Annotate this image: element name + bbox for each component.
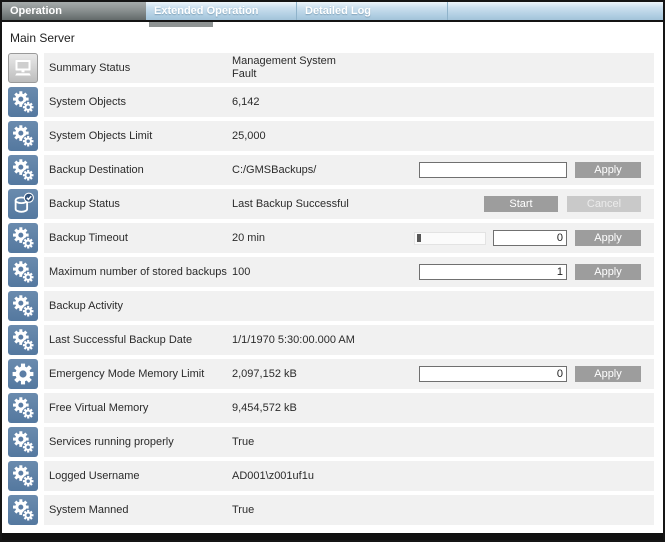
row-strip: Maximum number of stored backups 100 App… bbox=[44, 257, 654, 287]
row-strip: Emergency Mode Memory Limit 2,097,152 kB… bbox=[44, 359, 654, 389]
property-label: Summary Status bbox=[49, 62, 232, 74]
row-strip: Backup Timeout 20 min Apply bbox=[44, 223, 654, 253]
apply-button[interactable]: Apply bbox=[575, 230, 641, 246]
row-strip: Backup Status Last Backup Successful Sta… bbox=[44, 189, 654, 219]
value-input[interactable] bbox=[419, 162, 567, 178]
cancel-button[interactable]: Cancel bbox=[567, 196, 641, 212]
property-row: Free Virtual Memory 9,454,572 kB bbox=[2, 393, 663, 427]
property-value: Management System Fault bbox=[232, 55, 362, 81]
property-label: System Objects Limit bbox=[49, 130, 232, 142]
apply-button[interactable]: Apply bbox=[575, 366, 641, 382]
gears-icon bbox=[8, 223, 38, 253]
property-label: System Objects bbox=[49, 96, 232, 108]
value-input[interactable] bbox=[419, 366, 567, 382]
bottom-bar bbox=[2, 533, 663, 540]
row-controls: Apply bbox=[419, 366, 654, 382]
gears-icon bbox=[8, 393, 38, 423]
property-label: Logged Username bbox=[49, 470, 232, 482]
property-label: Backup Status bbox=[49, 198, 232, 210]
tab-extended-operation[interactable]: Extended Operation bbox=[146, 2, 297, 20]
property-row: Logged Username AD001\z001uf1u bbox=[2, 461, 663, 495]
apply-button[interactable]: Apply bbox=[575, 264, 641, 280]
property-row: Emergency Mode Memory Limit 2,097,152 kB… bbox=[2, 359, 663, 393]
property-row: System Objects Limit 25,000 bbox=[2, 121, 663, 155]
property-value: 1/1/1970 5:30:00.000 AM bbox=[232, 334, 362, 347]
property-label: Last Successful Backup Date bbox=[49, 334, 232, 346]
computer-icon bbox=[8, 53, 38, 83]
property-value: True bbox=[232, 504, 362, 517]
management-console-window: Operation Extended Operation Detailed Lo… bbox=[0, 0, 665, 542]
gears-icon bbox=[8, 495, 38, 525]
row-strip: Summary Status Management System Fault bbox=[44, 53, 654, 83]
database-check-icon bbox=[8, 189, 38, 219]
row-strip: Last Successful Backup Date 1/1/1970 5:3… bbox=[44, 325, 654, 355]
row-strip: Backup Activity bbox=[44, 291, 654, 321]
tab-detailed-log[interactable]: Detailed Log bbox=[297, 2, 448, 20]
row-strip: System Objects 6,142 bbox=[44, 87, 654, 117]
property-value: 25,000 bbox=[232, 130, 362, 143]
value-input[interactable] bbox=[493, 230, 567, 246]
server-name-label: Main Server bbox=[2, 22, 663, 53]
gears-icon bbox=[8, 87, 38, 117]
property-row: Summary Status Management System Fault bbox=[2, 53, 663, 87]
property-list: Summary Status Management System Fault bbox=[2, 53, 663, 529]
property-label: Free Virtual Memory bbox=[49, 402, 232, 414]
property-row: Backup Destination C:/GMSBackups/ Apply bbox=[2, 155, 663, 189]
property-value: Last Backup Successful bbox=[232, 198, 362, 211]
timeout-slider[interactable] bbox=[414, 232, 486, 245]
property-label: Backup Destination bbox=[49, 164, 232, 176]
property-value: C:/GMSBackups/ bbox=[232, 164, 362, 177]
row-strip: Logged Username AD001\z001uf1u bbox=[44, 461, 654, 491]
property-label: Maximum number of stored backups bbox=[49, 266, 232, 278]
tab-bar-filler bbox=[448, 2, 663, 20]
tab-shadow bbox=[149, 22, 213, 27]
row-strip: Free Virtual Memory 9,454,572 kB bbox=[44, 393, 654, 423]
row-strip: System Objects Limit 25,000 bbox=[44, 121, 654, 151]
property-row: Backup Activity bbox=[2, 291, 663, 325]
apply-button[interactable]: Apply bbox=[575, 162, 641, 178]
property-value: 9,454,572 kB bbox=[232, 402, 362, 415]
gears-icon bbox=[8, 155, 38, 185]
row-controls: Start Cancel bbox=[484, 196, 654, 212]
property-row: Last Successful Backup Date 1/1/1970 5:3… bbox=[2, 325, 663, 359]
row-controls: Apply bbox=[419, 264, 654, 280]
slider-handle[interactable] bbox=[417, 234, 421, 242]
gear-icon bbox=[8, 359, 38, 389]
gears-icon bbox=[8, 427, 38, 457]
property-value: 6,142 bbox=[232, 96, 362, 109]
property-value: 20 min bbox=[232, 232, 362, 245]
property-label: Backup Activity bbox=[49, 300, 232, 312]
start-button[interactable]: Start bbox=[484, 196, 558, 212]
tab-operation[interactable]: Operation bbox=[2, 2, 146, 20]
row-controls: Apply bbox=[419, 162, 654, 178]
property-row: Backup Timeout 20 min Apply bbox=[2, 223, 663, 257]
tab-bar: Operation Extended Operation Detailed Lo… bbox=[2, 2, 663, 22]
property-row: Services running properly True bbox=[2, 427, 663, 461]
property-value: True bbox=[232, 436, 362, 449]
row-strip: System Manned True bbox=[44, 495, 654, 525]
property-row: Maximum number of stored backups 100 App… bbox=[2, 257, 663, 291]
property-value: AD001\z001uf1u bbox=[232, 470, 362, 483]
property-label: System Manned bbox=[49, 504, 232, 516]
gears-icon bbox=[8, 291, 38, 321]
gears-icon bbox=[8, 461, 38, 491]
property-value: 2,097,152 kB bbox=[232, 368, 362, 381]
row-strip: Backup Destination C:/GMSBackups/ Apply bbox=[44, 155, 654, 185]
property-row: System Objects 6,142 bbox=[2, 87, 663, 121]
gears-icon bbox=[8, 121, 38, 151]
row-strip: Services running properly True bbox=[44, 427, 654, 457]
property-label: Backup Timeout bbox=[49, 232, 232, 244]
property-row: Backup Status Last Backup Successful Sta… bbox=[2, 189, 663, 223]
property-value: 100 bbox=[232, 266, 362, 279]
property-label: Emergency Mode Memory Limit bbox=[49, 368, 232, 380]
value-input[interactable] bbox=[419, 264, 567, 280]
property-label: Services running properly bbox=[49, 436, 232, 448]
property-row: System Manned True bbox=[2, 495, 663, 529]
gears-icon bbox=[8, 325, 38, 355]
gears-icon bbox=[8, 257, 38, 287]
row-controls: Apply bbox=[414, 230, 654, 246]
